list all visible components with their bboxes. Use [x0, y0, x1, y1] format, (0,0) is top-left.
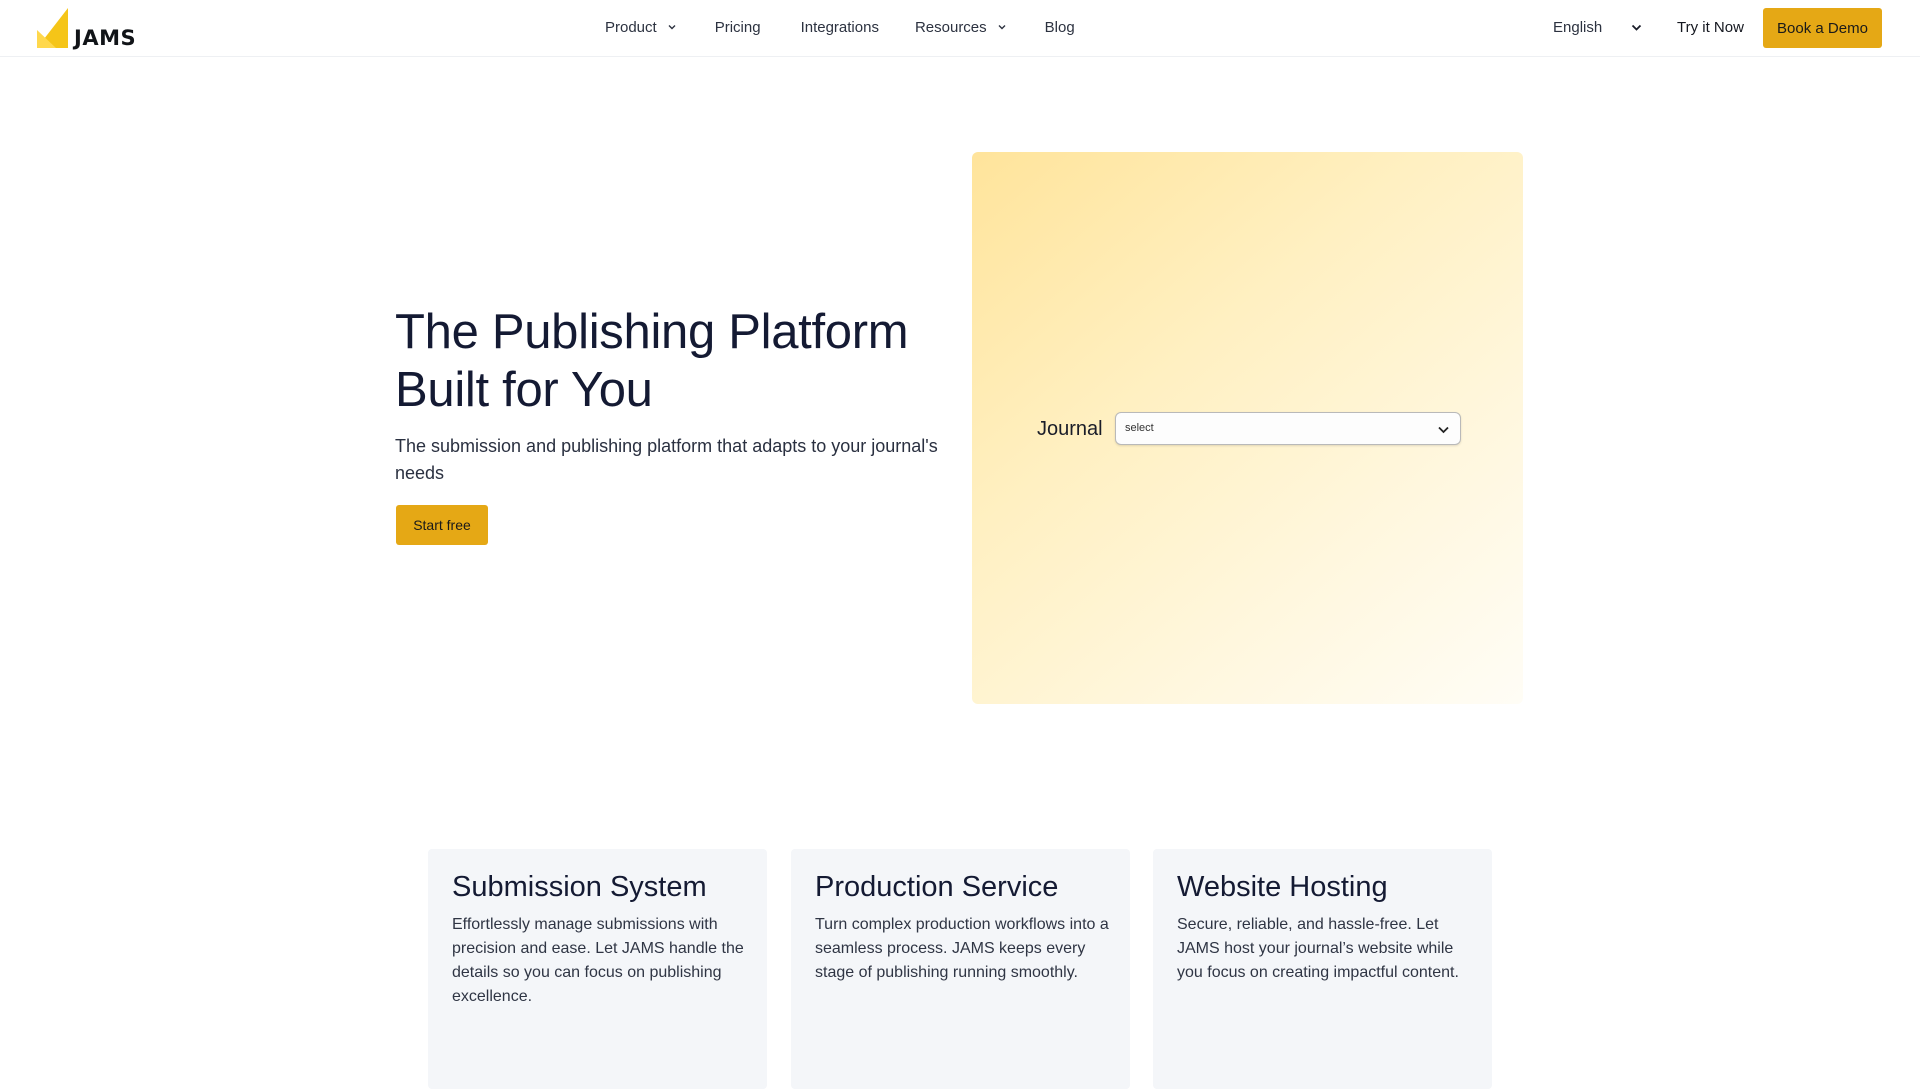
feature-card-description: Effortlessly manage submissions with pre…: [452, 916, 744, 1005]
feature-card-production: Production Service Turn complex producti…: [791, 849, 1130, 1089]
start-free-button[interactable]: Start free: [396, 505, 488, 545]
feature-card-hosting: Website Hosting Secure, reliable, and ha…: [1153, 849, 1492, 1089]
nav-item-label: Blog: [1044, 18, 1075, 36]
feature-card-title: Submission System: [452, 871, 707, 903]
language-selector[interactable]: English: [1553, 0, 1643, 54]
chevron-down-icon: [1438, 426, 1449, 434]
chevron-down-icon: [998, 25, 1006, 30]
feature-card-description: Secure, reliable, and hassle-free. Let J…: [1177, 916, 1459, 981]
nav-item-label: Resources: [914, 18, 987, 36]
try-it-now-link[interactable]: Try it Now: [1677, 0, 1744, 54]
nav-item-pricing[interactable]: Pricing: [715, 19, 761, 36]
nav-item-resources[interactable]: Resources: [915, 19, 1007, 36]
nav-item-integrations[interactable]: Integrations: [801, 19, 879, 36]
logo-wordmark: JAMS: [74, 26, 137, 50]
feature-card-title: Website Hosting: [1177, 871, 1388, 903]
journal-select-value: select: [1125, 422, 1154, 434]
jams-logo[interactable]: JAMS: [37, 8, 147, 50]
book-demo-button[interactable]: Book a Demo: [1763, 8, 1882, 48]
feature-card-description: Turn complex production workflows into a…: [815, 916, 1109, 981]
hero-title: The Publishing Platform Built for You: [395, 305, 909, 417]
top-navbar: JAMS Product Pricing Integrations Resour…: [0, 0, 1920, 57]
journal-select[interactable]: select: [1115, 412, 1461, 445]
chevron-down-icon: [1632, 24, 1642, 31]
hero-subtitle: The submission and publishing platform t…: [395, 436, 938, 483]
nav-item-product[interactable]: Product: [605, 19, 677, 36]
chevron-down-icon: [668, 25, 676, 30]
main-nav: Product Pricing Integrations Resources B…: [605, 0, 1075, 54]
feature-card-title: Production Service: [815, 871, 1059, 903]
nav-item-label: Pricing: [714, 18, 761, 36]
language-label: English: [1553, 18, 1603, 36]
nav-item-blog[interactable]: Blog: [1045, 19, 1075, 36]
feature-card-submission: Submission System Effortlessly manage su…: [428, 849, 767, 1089]
nav-item-label: Product: [605, 18, 657, 36]
nav-item-label: Integrations: [800, 18, 879, 36]
logo-mark-icon: [37, 8, 68, 48]
journal-label: Journal: [1037, 418, 1103, 440]
hero-panel: Journal select: [972, 152, 1523, 704]
